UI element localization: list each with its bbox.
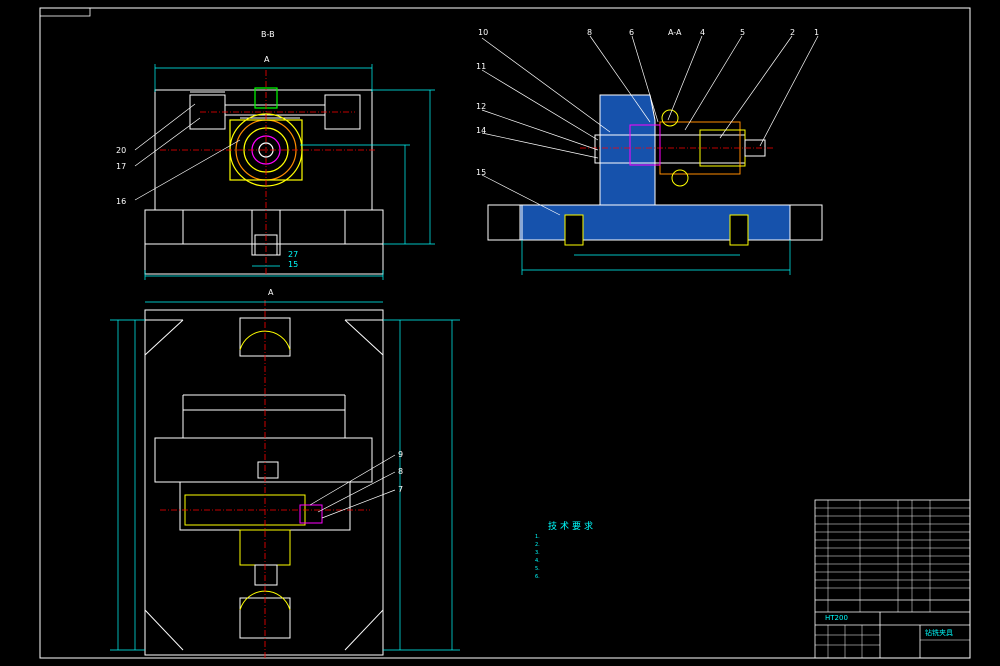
callout-side-top-5: 4 <box>700 28 706 37</box>
front-view-dimensions <box>144 64 435 280</box>
plan-section-marker-top: A <box>264 55 270 64</box>
front-dim-1: 27 <box>288 250 299 259</box>
side-view-dimensions <box>521 240 791 275</box>
callout-side-left-4: 15 <box>476 168 487 177</box>
callout-side-left-3: 14 <box>476 126 487 135</box>
callout-plan-2: 8 <box>398 467 404 476</box>
plan-view-parts <box>184 330 323 611</box>
callout-side-left-1: 11 <box>476 62 487 71</box>
drawing-canvas <box>39 7 971 660</box>
callout-front-2: 17 <box>116 162 127 171</box>
callout-plan-1: 9 <box>398 450 404 459</box>
side-view-label: A-A <box>668 28 682 37</box>
front-dim-2: 15 <box>288 260 299 269</box>
plan-view-centerlines <box>160 300 370 660</box>
tech-req-line-5: 5. <box>535 566 540 572</box>
front-view-label: B-B <box>261 30 275 39</box>
plan-section-marker-mid: A <box>268 288 274 297</box>
callout-side-top-3: 6 <box>629 28 635 37</box>
title-block-name: 钻铣夹具 <box>925 629 953 637</box>
callout-front-3: 16 <box>116 197 127 206</box>
side-view <box>487 94 823 246</box>
plan-view-leaders <box>309 454 396 519</box>
title-block-material: HT200 <box>825 614 848 622</box>
callout-side-top-1: 10 <box>478 28 489 37</box>
drawing-border <box>39 7 971 659</box>
tech-req-line-1: 1. <box>535 534 540 540</box>
tech-requirements-title: 技术要求 <box>548 522 597 532</box>
callout-side-top-8: 1 <box>814 28 820 37</box>
callout-side-top-7: 2 <box>790 28 796 37</box>
callout-side-top-6: 5 <box>740 28 746 37</box>
tech-req-line-4: 4. <box>535 558 540 564</box>
callout-front-1: 20 <box>116 146 127 155</box>
callout-plan-3: 7 <box>398 485 404 494</box>
drawing-corner-box <box>39 7 91 17</box>
callout-side-top-2: 8 <box>587 28 593 37</box>
front-view <box>144 89 384 275</box>
tech-req-line-3: 3. <box>535 550 540 556</box>
plan-view <box>144 309 384 656</box>
front-view-leaders <box>134 103 241 201</box>
tech-req-line-6: 6. <box>535 574 540 580</box>
tech-req-line-2: 2. <box>535 542 540 548</box>
callout-side-left-2: 12 <box>476 102 487 111</box>
